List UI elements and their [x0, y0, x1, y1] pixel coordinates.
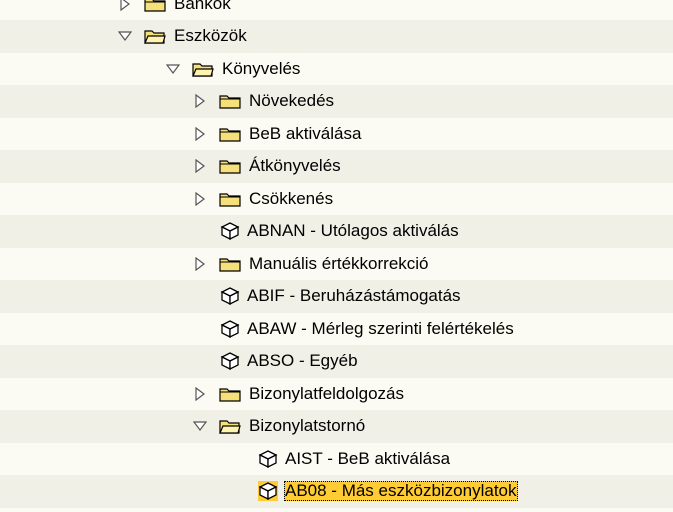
- tree-folder-node[interactable]: Manuális értékkorrekció: [193, 247, 430, 280]
- tree-node-label: BeB aktiválása: [249, 123, 362, 143]
- tree-folder-node[interactable]: Bizonylatstornó: [193, 410, 366, 443]
- folder-icon: [144, 0, 166, 12]
- folder-icon: [219, 126, 241, 142]
- tree-node-label: Manuális értékkorrekció: [249, 253, 429, 273]
- tree-node-label: AB08 - Más eszközbizonylatok: [284, 481, 518, 501]
- tree-row: AIST - BeB aktiválása: [0, 442, 673, 475]
- transaction-cube-icon: [220, 319, 240, 339]
- tree-folder-node[interactable]: Bizonylatfeldolgozás: [193, 377, 405, 410]
- collapse-arrow-icon[interactable]: [166, 62, 180, 76]
- tree-row: Átkönyvelés: [0, 149, 673, 183]
- tree-row: AB08 - Más eszközbizonylatok: [0, 474, 673, 508]
- folder-icon: [219, 386, 241, 402]
- tree-node-label: Eszközök: [174, 26, 247, 45]
- tree-transaction-node[interactable]: ABSO - Egyéb: [220, 345, 359, 378]
- transaction-cube-icon: [220, 351, 240, 371]
- tree-row: Növekedés: [0, 84, 673, 118]
- tree-row: ABSO - Egyéb: [0, 344, 673, 378]
- tree-transaction-node[interactable]: AB08 - Más eszközbizonylatok: [258, 475, 518, 508]
- tree-node-label: ABAW - Mérleg szerinti felértékelés: [247, 318, 514, 338]
- tree-node-label: Átkönyvelés: [249, 156, 341, 175]
- tree-node-label: AIST - BeB aktiválása: [285, 448, 451, 468]
- tree-row: Bankok: [0, 0, 673, 20]
- tree-row: Bizonylatfeldolgozás: [0, 377, 673, 410]
- expand-arrow-icon[interactable]: [193, 386, 207, 401]
- tree-row: Manuális értékkorrekció: [0, 247, 673, 280]
- tree-transaction-node[interactable]: ABIF - Beruházástámogatás: [220, 280, 462, 313]
- tree-folder-node[interactable]: Csökkenés: [193, 182, 334, 215]
- expand-arrow-icon[interactable]: [193, 126, 207, 141]
- tree-folder-node[interactable]: Bankok: [118, 0, 232, 20]
- tree-transaction-node[interactable]: ABNAN - Utólagos aktiválás: [220, 215, 460, 248]
- folder-icon: [219, 158, 241, 174]
- tree-folder-node[interactable]: BeB aktiválása: [193, 117, 362, 150]
- expand-arrow-icon[interactable]: [193, 191, 207, 206]
- tree-node-label: Csökkenés: [249, 188, 334, 208]
- open-folder-icon: [144, 28, 166, 44]
- tree-row: Könyvelés: [0, 52, 673, 85]
- tree-node-label: ABIF - Beruházástámogatás: [247, 286, 461, 305]
- tree-node-label: ABSO - Egyéb: [247, 351, 358, 370]
- collapse-arrow-icon[interactable]: [193, 419, 207, 433]
- transaction-cube-icon: [220, 286, 240, 306]
- tree-row: Csökkenés: [0, 182, 673, 215]
- tree-node-label: Bizonylatfeldolgozás: [249, 383, 404, 403]
- tree-row: ABNAN - Utólagos aktiválás: [0, 214, 673, 248]
- tree-folder-node[interactable]: Eszközök: [118, 20, 248, 53]
- tree-node-label: Növekedés: [249, 91, 335, 110]
- tree-row: BeB aktiválása: [0, 117, 673, 150]
- tree-folder-node[interactable]: Átkönyvelés: [193, 150, 342, 183]
- collapse-arrow-icon[interactable]: [118, 29, 132, 43]
- transaction-cube-icon: [258, 449, 278, 469]
- expand-arrow-icon[interactable]: [118, 0, 132, 11]
- transaction-cube-icon: [258, 481, 278, 501]
- folder-icon: [219, 191, 241, 207]
- tree-node-label: Bankok: [174, 0, 231, 13]
- transaction-cube-icon: [220, 221, 240, 241]
- tree-transaction-node[interactable]: ABAW - Mérleg szerinti felértékelés: [220, 312, 515, 345]
- tree-node-label: Könyvelés: [222, 58, 301, 78]
- open-folder-icon: [219, 418, 241, 434]
- expand-arrow-icon[interactable]: [193, 256, 207, 271]
- tree-node-label: Bizonylatstornó: [249, 416, 366, 435]
- tree-row: ABAW - Mérleg szerinti felértékelés: [0, 312, 673, 345]
- tree-row: ABIF - Beruházástámogatás: [0, 279, 673, 313]
- tree-transaction-node[interactable]: AIST - BeB aktiválása: [258, 442, 451, 475]
- tree-row: Eszközök: [0, 19, 673, 53]
- open-folder-icon: [192, 61, 214, 77]
- folder-icon: [219, 93, 241, 109]
- tree-node-label: ABNAN - Utólagos aktiválás: [247, 221, 459, 240]
- tree-folder-node[interactable]: Növekedés: [193, 85, 335, 118]
- menu-tree: Bankok Eszközök Könyvelés Növekedés BeB akti…: [0, 0, 673, 512]
- expand-arrow-icon[interactable]: [193, 94, 207, 108]
- expand-arrow-icon[interactable]: [193, 159, 207, 173]
- tree-row: Bizonylatstornó: [0, 409, 673, 443]
- tree-folder-node[interactable]: Könyvelés: [166, 52, 301, 85]
- folder-icon: [219, 256, 241, 272]
